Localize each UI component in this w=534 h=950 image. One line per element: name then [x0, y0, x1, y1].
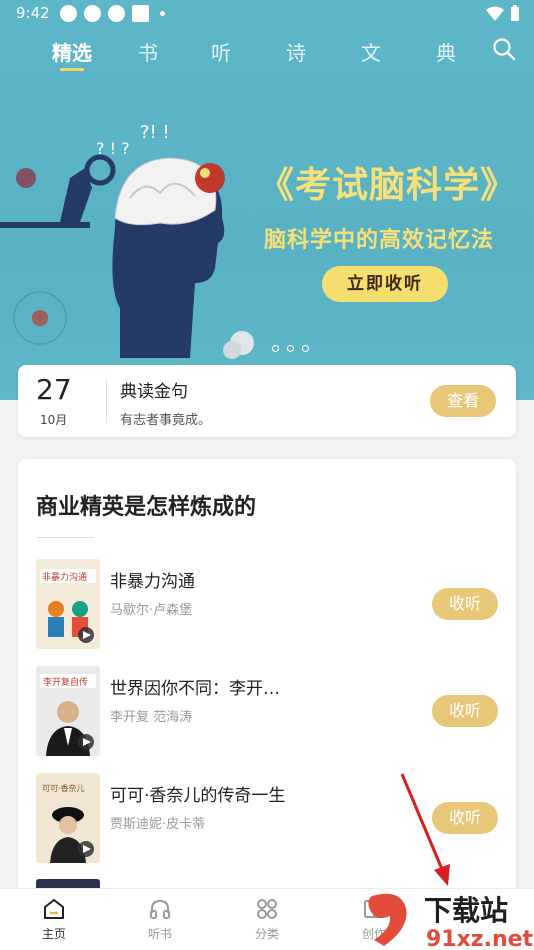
tab-articles[interactable]: 文 [361, 37, 381, 66]
carousel-dot [287, 345, 294, 352]
hero-banner: 精选 书 听 诗 文 典 ? ! ? ?! ! 《考试脑科学》 脑科学中的高效记… [0, 28, 534, 400]
quote-day: 27 [36, 373, 72, 406]
nav-categories[interactable]: 分类 [237, 897, 297, 942]
annotation-arrow-icon [400, 773, 450, 886]
daily-quote-card[interactable]: 27 10月 典读金句 有志者事竟成。 查看 [18, 365, 516, 437]
tab-poetry[interactable]: 诗 [286, 37, 306, 66]
quote-text: 有志者事竟成。 [120, 413, 212, 428]
book-title: 可可·香奈儿的传奇一生 [110, 786, 286, 806]
svg-text:91xz.net: 91xz.net [426, 927, 534, 950]
top-nav: 精选 书 听 诗 文 典 [0, 28, 534, 76]
carousel-dot [302, 345, 309, 352]
quote-month: 10月 [40, 413, 68, 427]
svg-text:下载站: 下载站 [424, 894, 508, 927]
book-cover: 李开复自传 [36, 666, 100, 756]
svg-text:?! !: ?! ! [140, 122, 170, 143]
tab-books[interactable]: 书 [138, 37, 158, 66]
book-cover-text: 李开复自传 [43, 676, 88, 688]
active-tab-indicator [60, 68, 84, 71]
book-cover-text: 可可·香奈儿 [42, 783, 85, 793]
tab-classics[interactable]: 典 [436, 37, 456, 66]
svg-text:? ! ?: ? ! ? [96, 139, 130, 158]
category-icon [257, 899, 277, 919]
divider [106, 379, 107, 423]
nav-home-label: 主页 [41, 927, 66, 941]
carousel-dot [272, 345, 279, 352]
listen-button[interactable]: 收听 [432, 695, 498, 727]
watermark-logo: 下载站 91xz.net [368, 893, 534, 950]
book-title: 非暴力沟通 [110, 572, 195, 592]
notification-icon [108, 5, 125, 22]
title-underline [36, 537, 94, 538]
nav-audiobooks[interactable]: 听书 [130, 897, 190, 942]
view-quote-button[interactable]: 查看 [430, 385, 496, 417]
book-author: 贾斯迪妮·皮卡蒂 [110, 817, 206, 832]
status-notification-icons [60, 5, 165, 22]
quote-title: 典读金句 [120, 382, 188, 402]
book-author: 马歇尔·卢森堡 [110, 603, 193, 618]
carousel-indicator [272, 345, 309, 352]
home-icon [44, 899, 64, 919]
book-title: 世界因你不同：李开… [110, 679, 280, 699]
notification-icon [84, 5, 101, 22]
headphones-icon [150, 899, 170, 919]
book-cover: 非暴力沟通 [36, 559, 100, 649]
nav-home[interactable]: 主页 [24, 897, 84, 942]
tab-listen[interactable]: 听 [211, 37, 231, 66]
book-item[interactable]: 非暴力沟通 非暴力沟通 马歇尔·卢森堡 收听 [36, 559, 498, 649]
status-bar: 9:42 [0, 0, 534, 28]
nav-categories-label: 分类 [254, 927, 279, 941]
notification-dot-icon [160, 11, 165, 16]
listen-button[interactable]: 收听 [432, 588, 498, 620]
listen-now-button[interactable]: 立即收听 [322, 266, 448, 302]
banner-subtitle: 脑科学中的高效记忆法 [264, 228, 495, 253]
wifi-icon [486, 6, 504, 21]
nav-audiobooks-label: 听书 [147, 927, 172, 941]
book-item[interactable]: 李开复自传 世界因你不同：李开… 李开复 范海涛 收听 [36, 666, 498, 756]
battery-icon [511, 5, 519, 21]
search-icon[interactable] [492, 37, 516, 61]
book-cover-text: 非暴力沟通 [42, 571, 87, 583]
notification-icon [60, 5, 77, 22]
status-time: 9:42 [16, 4, 50, 22]
book-author: 李开复 范海涛 [110, 710, 193, 725]
banner-illustration: ? ! ? ?! ! [0, 122, 254, 359]
tab-featured[interactable]: 精选 [52, 37, 92, 66]
notification-icon [132, 5, 149, 22]
site-watermark: 下载站 91xz.net [362, 888, 534, 950]
book-list-title: 商业精英是怎样炼成的 [36, 495, 257, 520]
book-cover: 可可·香奈儿 [36, 773, 100, 863]
banner-title: 《考试脑科学》 [258, 165, 518, 206]
